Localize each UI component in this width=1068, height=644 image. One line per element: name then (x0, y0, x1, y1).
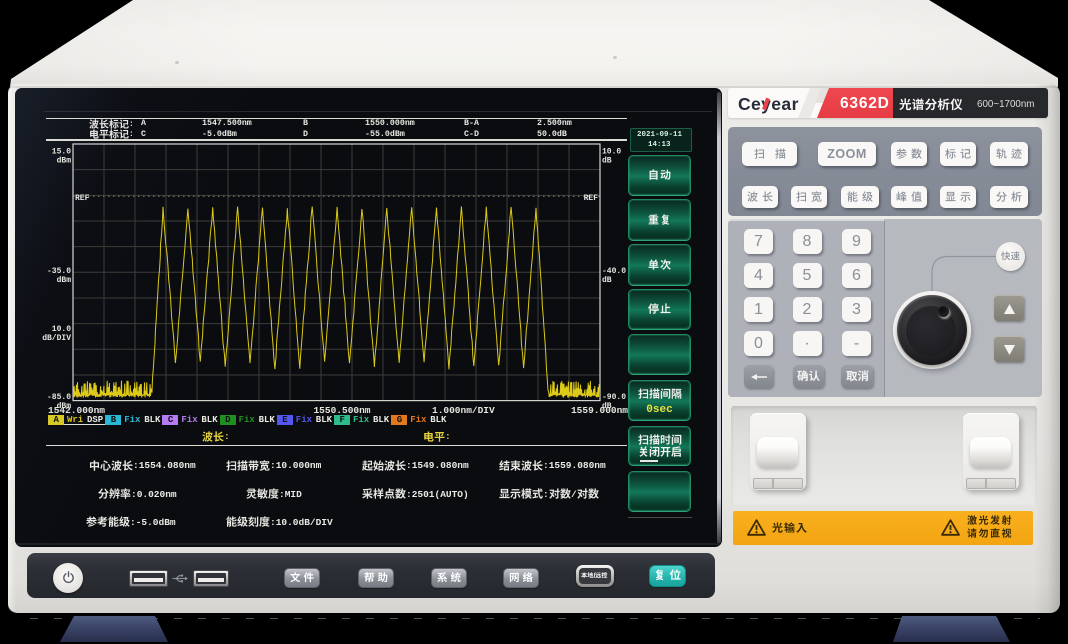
svg-text:REF: REF (75, 194, 90, 203)
svg-text:10.0: 10.0 (602, 148, 621, 157)
svg-text:dB: dB (602, 276, 612, 285)
svg-text:-90.0: -90.0 (602, 393, 626, 402)
svg-text:dB/DIV: dB/DIV (42, 334, 71, 343)
svg-text:REF: REF (584, 194, 599, 203)
svg-text:-40.0: -40.0 (602, 267, 626, 276)
svg-text:-85.0: -85.0 (47, 393, 71, 402)
svg-text:-35.0: -35.0 (47, 267, 71, 276)
svg-text:dB: dB (602, 157, 612, 166)
svg-text:15.0: 15.0 (52, 148, 71, 157)
svg-text:10.0: 10.0 (52, 325, 71, 334)
svg-text:dBm: dBm (57, 157, 72, 166)
svg-text:1559.000nm: 1559.000nm (571, 405, 628, 416)
svg-text:dBm: dBm (57, 276, 72, 285)
